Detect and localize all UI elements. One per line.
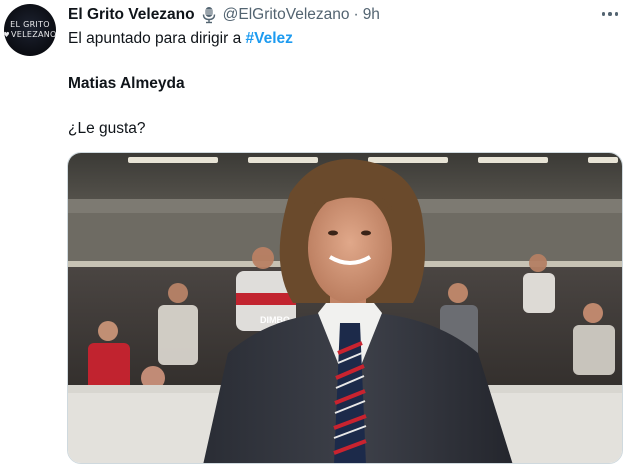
avatar-text-bottom-label: VELEZANO (10, 30, 56, 39)
more-dot (608, 12, 612, 16)
tweet-text-line: El apuntado para dirigir a #Velez (68, 29, 293, 49)
tweet-text: El apuntado para dirigir a (68, 30, 246, 47)
timestamp[interactable]: 9h (363, 6, 380, 24)
more-horizontal-icon (601, 12, 606, 16)
tweet-text-question: ¿Le gusta? (68, 120, 146, 137)
avatar[interactable]: EL GRITO ♥ VELEZANO (4, 4, 56, 56)
display-name[interactable]: El Grito Velezano (68, 6, 195, 24)
stadium-photo: DIMBO (68, 153, 622, 463)
tweet-header: El Grito Velezano @ElGritoVelezano · 9h (68, 5, 380, 25)
microphone-icon (202, 7, 215, 24)
avatar-text-bottom: ♥ VELEZANO (4, 30, 56, 40)
more-button[interactable] (598, 4, 622, 24)
separator: · (353, 6, 359, 23)
avatar-text-top: EL GRITO (10, 20, 50, 29)
handle[interactable]: @ElGritoVelezano (223, 6, 350, 24)
tweet-text-bold: Matias Almeyda (68, 75, 185, 92)
heart-icon: ♥ (4, 31, 10, 39)
tweet[interactable]: EL GRITO ♥ VELEZANO El Grito Velezano @E… (0, 0, 630, 467)
tweet-photo[interactable]: DIMBO (67, 152, 623, 464)
hashtag-link[interactable]: #Velez (246, 30, 293, 47)
more-dot (614, 12, 619, 16)
